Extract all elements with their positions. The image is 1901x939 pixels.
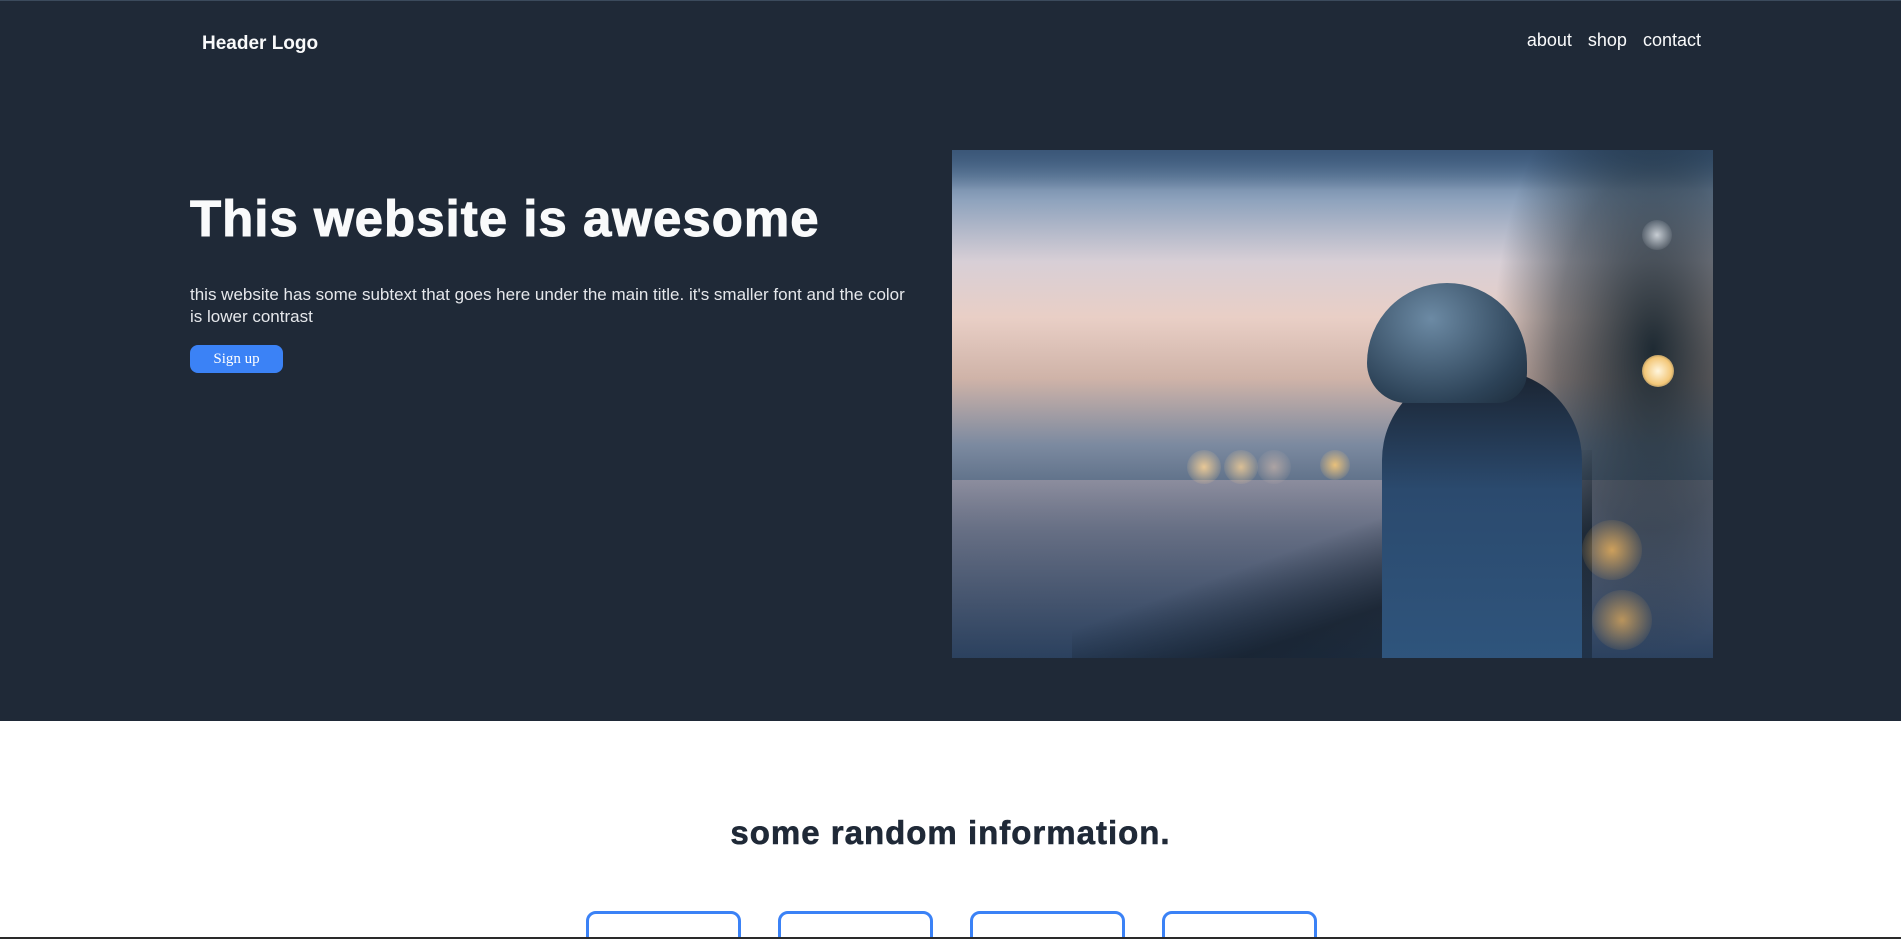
- sign-up-button[interactable]: Sign up: [190, 345, 283, 373]
- hero-image: [952, 150, 1713, 658]
- info-card[interactable]: [1162, 911, 1317, 939]
- nav-link-shop[interactable]: shop: [1588, 30, 1627, 51]
- info-cards: [586, 911, 1317, 939]
- info-card[interactable]: [970, 911, 1125, 939]
- info-section-title: some random information.: [730, 814, 1171, 852]
- header-nav: about shop contact: [1527, 30, 1701, 51]
- hero-section: Header Logo about shop contact This webs…: [0, 0, 1901, 721]
- hero-title: This website is awesome: [190, 190, 820, 248]
- nav-link-about[interactable]: about: [1527, 30, 1572, 51]
- hero-subtitle: this website has some subtext that goes …: [190, 285, 905, 326]
- nav-link-contact[interactable]: contact: [1643, 30, 1701, 51]
- info-card[interactable]: [778, 911, 933, 939]
- info-card[interactable]: [586, 911, 741, 939]
- header-logo[interactable]: Header Logo: [202, 33, 318, 55]
